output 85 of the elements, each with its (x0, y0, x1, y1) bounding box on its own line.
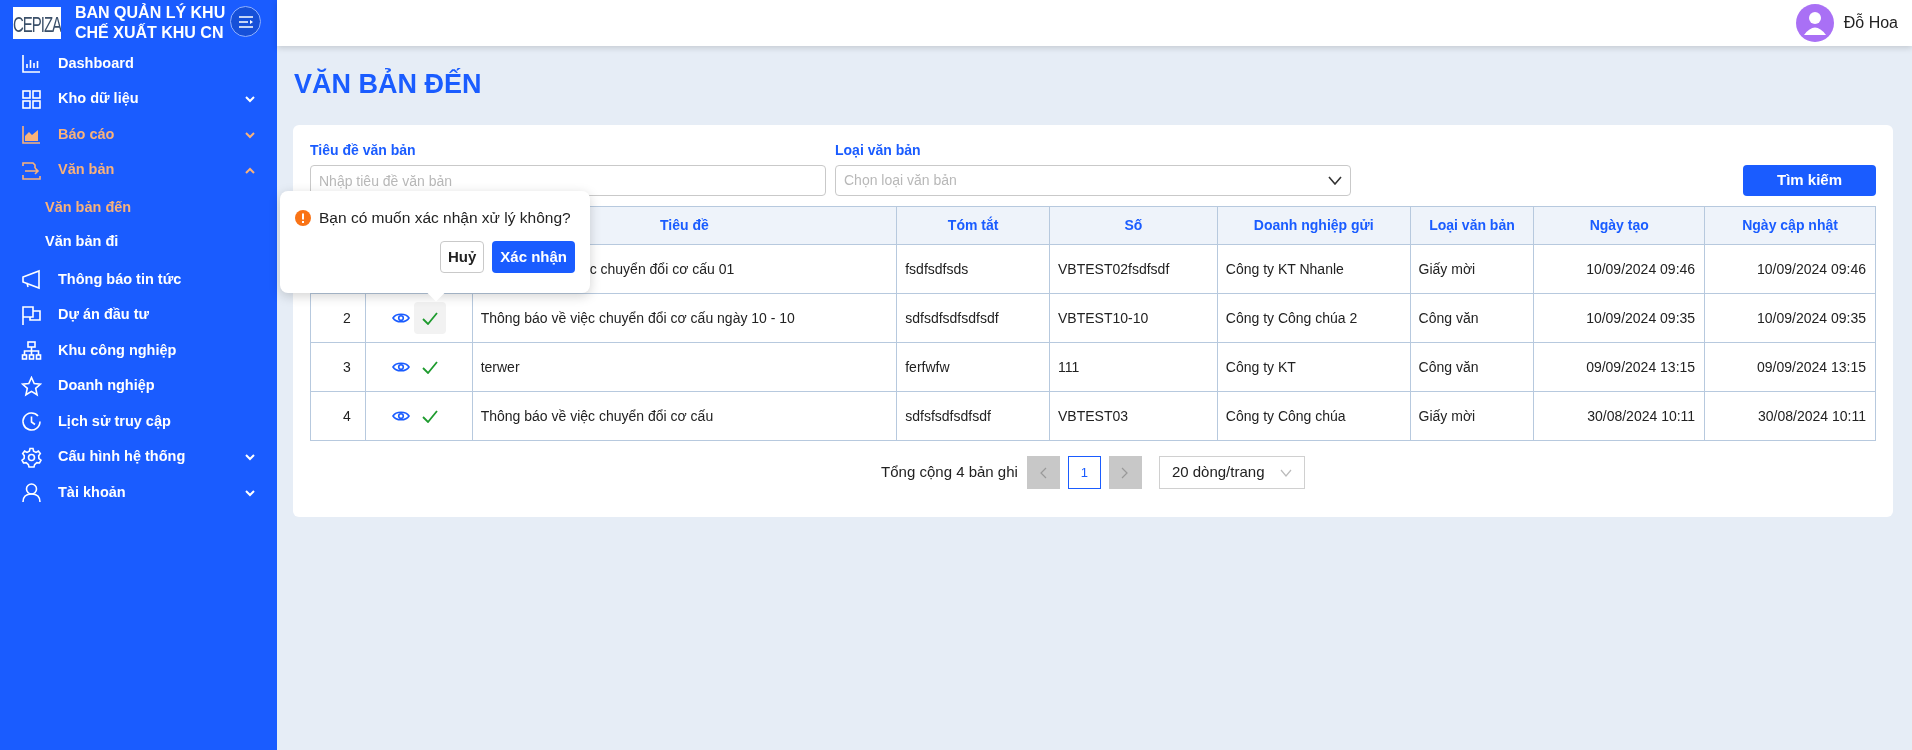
eye-icon[interactable] (391, 361, 410, 373)
table-cell: Công ty KT Nhanle (1217, 244, 1411, 294)
chevron-down-icon (1279, 468, 1292, 477)
table-cell: 4 (310, 391, 366, 441)
grid-icon (21, 88, 42, 110)
column-header: Ngày cập nhật (1704, 206, 1876, 245)
field-label: Loại văn bản (835, 141, 922, 160)
table-cell: Công văn (1410, 342, 1534, 392)
star-icon (21, 375, 42, 397)
confirm-check-button[interactable] (413, 302, 446, 334)
table-cell: 111 (1049, 342, 1218, 392)
page-button[interactable]: 1 (1067, 456, 1101, 489)
field-label: Tiêu đề văn bản (310, 141, 417, 160)
avatar-icon[interactable] (1795, 4, 1834, 42)
table-cell: 30/08/2024 10:11 (1704, 391, 1876, 441)
sidebar-item[interactable]: Thông báo tin tức (0, 262, 277, 298)
clock-icon (21, 411, 42, 433)
check-icon[interactable] (421, 311, 438, 325)
sidebar-item[interactable]: Doanh nghiệp (0, 368, 277, 404)
sidebar-item[interactable]: Khu công nghiệp (0, 333, 277, 369)
table-cell: sdfsfsdfsdfsdf (896, 391, 1050, 441)
table-cell: VBTEST10-10 (1049, 293, 1218, 343)
check-icon[interactable] (421, 409, 438, 423)
eye-icon[interactable] (391, 312, 410, 324)
column-header: Ngày tạo (1533, 206, 1705, 245)
sidebar-item[interactable]: Dashboard (0, 46, 277, 82)
table-cell: 30/08/2024 10:11 (1533, 391, 1705, 441)
user-icon (21, 482, 42, 504)
sidebar-item[interactable]: Dự án đầu tư (0, 297, 277, 333)
megaphone-icon (21, 269, 42, 291)
total-records: Tổng cộng 4 bản ghi (881, 462, 1018, 483)
search-button[interactable]: Tìm kiếm (1743, 165, 1876, 196)
chevron-down-icon (1328, 176, 1342, 185)
sidebar-item[interactable]: Tài khoản (0, 475, 277, 511)
app-title-line: BAN QUẢN LÝ KHU (75, 3, 226, 23)
table-cell: 10/09/2024 09:46 (1704, 244, 1876, 294)
chart-icon (21, 53, 42, 75)
flag-icon (21, 304, 42, 326)
page-size-select[interactable]: 20 dòng/trang (1158, 456, 1305, 489)
table-cell: Giấy mời (1410, 391, 1534, 441)
column-header: Tóm tắt (896, 206, 1050, 245)
menu-icon[interactable] (237, 14, 254, 29)
submenu-item[interactable]: Văn bản đến (0, 191, 277, 225)
table-cell: 3 (310, 342, 366, 392)
table-cell: Công ty Công chúa (1217, 391, 1411, 441)
table-cell: 10/09/2024 09:35 (1704, 293, 1876, 343)
table-cell: 10/09/2024 09:35 (1533, 293, 1705, 343)
table-cell: VBTEST02fsdfsdf (1049, 244, 1218, 294)
document-arrow-icon (21, 159, 42, 181)
column-header: Doanh nghiệp gửi (1217, 206, 1411, 245)
user-name[interactable]: Đỗ Hoa (1843, 11, 1898, 35)
gear-icon (21, 446, 42, 468)
cancel-button[interactable]: Huỷ (439, 241, 485, 274)
warning-icon (295, 209, 311, 226)
table-cell: 10/09/2024 09:46 (1533, 244, 1705, 294)
sidebar-item[interactable]: Lịch sử truy cập (0, 404, 277, 440)
eye-icon[interactable] (391, 410, 410, 422)
table-cell: VBTEST03 (1049, 391, 1218, 441)
column-header: Loại văn bản (1410, 206, 1534, 245)
menu-toggle-button[interactable] (230, 6, 261, 37)
sidebar-item[interactable]: Kho dữ liệu (0, 81, 277, 117)
table-cell: terwer (472, 342, 897, 392)
table-cell: 09/09/2024 13:15 (1704, 342, 1876, 392)
app-title-line: CHẾ XUẤT KHU CN (75, 23, 225, 43)
org-chart-icon (21, 340, 42, 362)
submenu-item[interactable]: Văn bản đi (0, 225, 277, 259)
table-cell: Công văn (1410, 293, 1534, 343)
logo-text: CEPIZA (13, 11, 61, 35)
table-cell: Công ty Công chúa 2 (1217, 293, 1411, 343)
sidebar-item[interactable]: Cấu hình hệ thống (0, 439, 277, 475)
area-chart-icon (21, 124, 42, 146)
page-title: VĂN BẢN ĐẾN (294, 67, 483, 101)
sidebar-item[interactable]: Văn bản (0, 152, 277, 188)
text-input-field[interactable]: Nhập tiêu đề văn bản (310, 165, 826, 196)
table-cell: Công ty KT (1217, 342, 1411, 392)
table-cell: Thông báo về việc chuyển đổi cơ cấu (472, 391, 897, 441)
sidebar-item[interactable]: Báo cáo (0, 117, 277, 153)
table-cell: ferfwfw (896, 342, 1050, 392)
confirm-button[interactable]: Xác nhận (492, 241, 575, 274)
table-cell: fsdfsdfsds (896, 244, 1050, 294)
check-icon[interactable] (421, 360, 438, 374)
column-header: Số (1049, 206, 1218, 245)
table-cell: Giấy mời (1410, 244, 1534, 294)
table-cell: sdfsdfsdfsdfsdf (896, 293, 1050, 343)
table-cell: 09/09/2024 13:15 (1533, 342, 1705, 392)
